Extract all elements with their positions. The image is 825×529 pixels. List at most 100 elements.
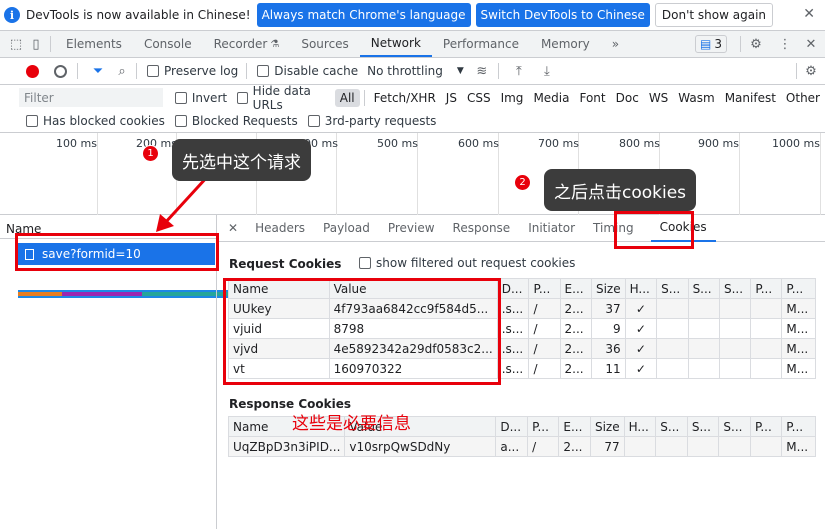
cookie-row[interactable]: UqZBpD3n3iPID... v10srpQwSDdNy a.../2... 77… — [227, 436, 816, 457]
tab-memory[interactable]: Memory — [530, 31, 601, 57]
tab-recorder[interactable]: Recorder ⚗ — [203, 31, 291, 57]
cookie-cell: / — [528, 298, 561, 319]
throttling-select[interactable]: No throttling ▼ — [367, 64, 464, 78]
column-header[interactable]: P... — [750, 278, 783, 299]
clear-icon[interactable] — [54, 64, 67, 78]
column-header[interactable]: D... — [495, 416, 529, 437]
column-header[interactable]: E... — [558, 416, 591, 437]
devtools-tabbar: ⬚ ▯ Elements Console Recorder ⚗ Sources N… — [0, 31, 825, 58]
type-filter-media[interactable]: Media — [528, 89, 574, 107]
column-header[interactable]: S... — [655, 416, 688, 437]
type-filter-fetch-xhr[interactable]: Fetch/XHR — [369, 89, 441, 107]
tab-sources[interactable]: Sources — [290, 31, 359, 57]
network-conditions-icon[interactable]: ≋ — [472, 61, 492, 81]
type-filter-all[interactable]: All — [334, 88, 360, 107]
column-header[interactable]: S... — [718, 416, 751, 437]
column-header[interactable]: Size — [590, 278, 626, 299]
preserve-log-checkbox[interactable]: Preserve log — [147, 64, 238, 78]
checkbox-box — [307, 115, 320, 127]
tab-console[interactable]: Console — [133, 31, 203, 57]
tab-initiator[interactable]: Initiator — [519, 215, 584, 242]
inspect-element-icon[interactable]: ⬚ — [6, 34, 26, 54]
type-filter-img[interactable]: Img — [496, 89, 529, 107]
tab-network[interactable]: Network — [359, 31, 432, 57]
type-filter-font[interactable]: Font — [574, 89, 610, 107]
cookie-cell: 36 — [590, 338, 626, 359]
close-icon[interactable]: ✕ — [803, 6, 815, 22]
type-filter-manifest[interactable]: Manifest — [720, 89, 781, 107]
tab-headers[interactable]: Headers — [246, 215, 314, 242]
column-header[interactable]: H... — [623, 416, 657, 437]
highlight-cookie-values-box — [223, 278, 501, 385]
disable-cache-checkbox[interactable]: Disable cache — [257, 64, 358, 78]
switch-to-chinese-button[interactable]: Switch DevTools to Chinese — [475, 3, 650, 27]
search-icon[interactable]: ⌕ — [112, 61, 132, 81]
import-har-icon[interactable]: ⤒ — [509, 61, 529, 81]
timeline-overview[interactable]: 100 ms 200 ms 400 ms 500 ms 600 ms 700 m… — [0, 133, 825, 298]
type-filter-other[interactable]: Other — [781, 89, 825, 107]
cookie-cell: 2... — [558, 436, 591, 457]
filter-input[interactable]: Filter — [19, 88, 163, 107]
tab-elements[interactable]: Elements — [55, 31, 133, 57]
tab-payload[interactable]: Payload — [314, 215, 379, 242]
cookie-cell — [687, 338, 720, 359]
column-header[interactable]: S... — [656, 278, 689, 299]
kebab-menu-icon[interactable]: ⋮ — [775, 34, 795, 54]
column-header[interactable]: E... — [559, 278, 592, 299]
tab-performance[interactable]: Performance — [432, 31, 530, 57]
type-filter-wasm[interactable]: Wasm — [673, 89, 719, 107]
network-settings-gear-icon[interactable]: ⚙ — [801, 61, 821, 81]
checkbox-box — [359, 257, 371, 269]
type-filter-doc[interactable]: Doc — [611, 89, 644, 107]
device-toolbar-icon[interactable]: ▯ — [26, 34, 46, 54]
issues-badge[interactable]: ▤ 3 — [695, 35, 727, 53]
column-header[interactable]: S... — [687, 278, 720, 299]
blocked-requests-checkbox[interactable]: Blocked Requests — [174, 114, 298, 128]
cookie-cell: v10srpQwSDdNy — [344, 436, 497, 457]
cookie-cell: ✓ — [624, 358, 658, 379]
column-header[interactable]: P... — [749, 416, 783, 437]
type-filter-ws[interactable]: WS — [644, 89, 673, 107]
cookie-cell: 2... — [559, 318, 592, 339]
cookie-cell — [718, 436, 751, 457]
tab-response[interactable]: Response — [444, 215, 520, 242]
cookie-cell — [750, 358, 783, 379]
dont-show-again-button[interactable]: Don't show again — [654, 3, 774, 27]
invert-checkbox[interactable]: Invert — [174, 91, 227, 105]
more-tabs-icon[interactable]: » — [601, 31, 630, 57]
column-header[interactable]: P... — [528, 278, 561, 299]
type-filter-js[interactable]: JS — [441, 89, 462, 107]
filter-funnel-icon[interactable]: ⏷ — [88, 61, 108, 81]
close-details-icon[interactable]: ✕ — [218, 215, 246, 242]
gear-icon[interactable]: ⚙ — [746, 34, 766, 54]
divider — [796, 63, 797, 79]
show-filtered-cookies-checkbox[interactable]: show filtered out request cookies — [359, 256, 575, 270]
column-header[interactable]: S... — [686, 416, 720, 437]
cookie-cell — [718, 338, 752, 359]
info-icon: i — [4, 7, 20, 23]
column-header[interactable]: P... — [781, 416, 816, 437]
column-header[interactable]: D... — [496, 278, 530, 299]
column-header[interactable]: S... — [718, 278, 752, 299]
column-header[interactable]: Size — [589, 416, 625, 437]
always-match-language-button[interactable]: Always match Chrome's language — [256, 3, 471, 27]
detail-tabbar: ✕ Headers Payload Preview Response Initi… — [218, 215, 825, 242]
cookie-cell — [623, 436, 657, 457]
column-header[interactable]: P... — [527, 416, 560, 437]
has-blocked-cookies-checkbox[interactable]: Has blocked cookies — [26, 114, 165, 128]
type-filter-css[interactable]: CSS — [462, 89, 496, 107]
column-header[interactable]: P... — [781, 278, 816, 299]
cookie-cell: / — [528, 338, 561, 359]
cookie-cell: ✓ — [624, 298, 658, 319]
close-devtools-icon[interactable]: ✕ — [801, 34, 821, 54]
third-party-requests-checkbox[interactable]: 3rd-party requests — [307, 114, 436, 128]
export-har-icon[interactable]: ⤓ — [537, 61, 557, 81]
recorder-flask-icon: ⚗ — [270, 38, 280, 50]
step-1-callout: 先选中这个请求 — [172, 139, 311, 181]
column-header[interactable]: H... — [624, 278, 658, 299]
hide-data-urls-checkbox[interactable]: Hide data URLs — [237, 84, 332, 112]
record-icon[interactable] — [26, 64, 39, 78]
infobar-message: DevTools is now available in Chinese! — [26, 8, 251, 22]
issues-count: 3 — [714, 37, 722, 51]
tab-preview[interactable]: Preview — [379, 215, 444, 242]
